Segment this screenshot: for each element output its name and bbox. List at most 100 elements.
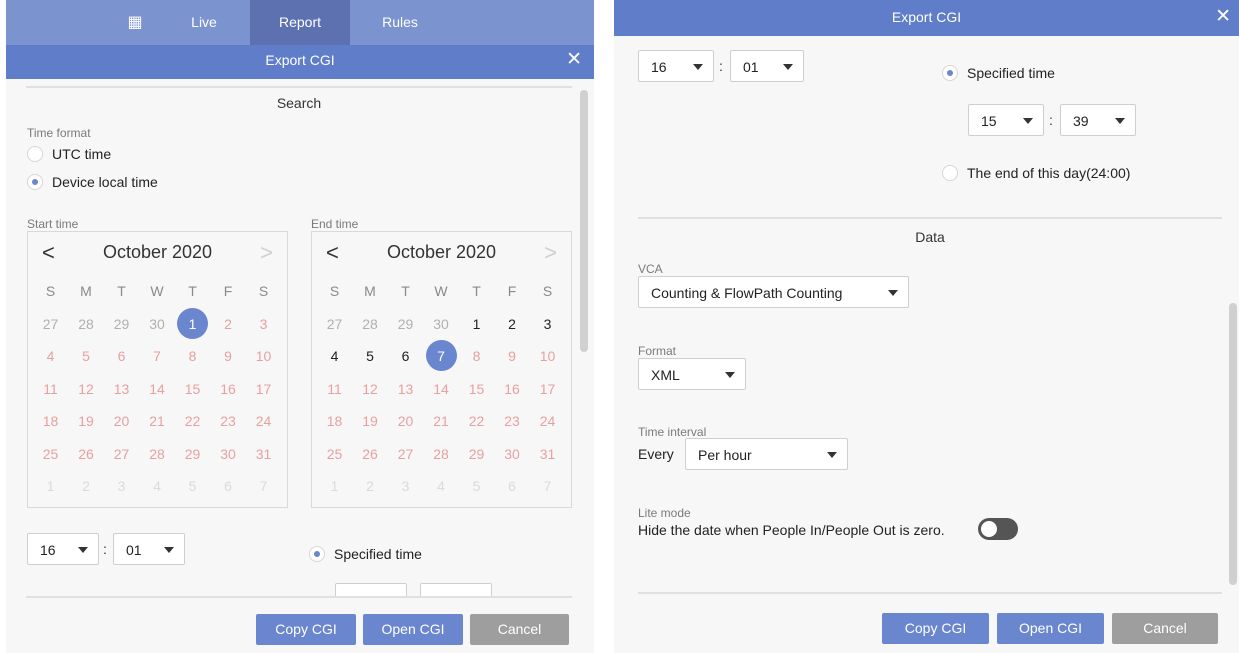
calendar-day[interactable]: 3 xyxy=(530,308,565,340)
calendar-day[interactable]: 8 xyxy=(459,340,494,372)
calendar-day[interactable]: 22 xyxy=(459,405,494,437)
calendar-day[interactable]: 3 xyxy=(388,470,423,502)
calendar-day[interactable]: 15 xyxy=(459,373,494,405)
calendar-day[interactable]: 25 xyxy=(317,438,352,470)
calendar-day[interactable]: 16 xyxy=(495,373,530,405)
calendar-day[interactable]: 18 xyxy=(317,405,352,437)
calendar-day[interactable]: 7 xyxy=(140,340,175,372)
calendar-day[interactable]: 24 xyxy=(246,405,281,437)
calendar-day[interactable]: 9 xyxy=(211,340,246,372)
calendar-day[interactable]: 27 xyxy=(388,438,423,470)
calendar-day[interactable]: 3 xyxy=(246,308,281,340)
calendar-day[interactable]: 26 xyxy=(69,438,104,470)
calendar-day[interactable]: 19 xyxy=(353,405,388,437)
calendar-day[interactable]: 23 xyxy=(211,405,246,437)
calendar-day[interactable]: 29 xyxy=(104,308,139,340)
calendar-day[interactable]: 1 xyxy=(33,470,68,502)
end-of-day-radio[interactable] xyxy=(942,165,958,181)
calendar-day[interactable]: 13 xyxy=(388,373,423,405)
calendar-day[interactable]: 28 xyxy=(140,438,175,470)
calendar-day[interactable]: 28 xyxy=(69,308,104,340)
calendar-day[interactable]: 26 xyxy=(353,438,388,470)
close-icon[interactable]: ✕ xyxy=(566,45,582,75)
calendar-day[interactable]: 2 xyxy=(69,470,104,502)
tab-rules[interactable]: Rules xyxy=(350,0,450,45)
device-local-time-radio[interactable] xyxy=(27,174,43,190)
calendar-day[interactable]: 8 xyxy=(175,340,210,372)
calendar-day[interactable]: 25 xyxy=(33,438,68,470)
tab-report[interactable]: Report xyxy=(250,0,350,45)
calendar-day[interactable]: 13 xyxy=(104,373,139,405)
calendar-day[interactable]: 14 xyxy=(424,373,459,405)
end-minute-select[interactable]: 39 xyxy=(1060,104,1136,136)
specified-time-radio[interactable] xyxy=(942,65,958,81)
start-minute-select[interactable]: 01 xyxy=(730,50,804,82)
calendar-day[interactable]: 14 xyxy=(140,373,175,405)
copy-cgi-button[interactable]: Copy CGI xyxy=(882,613,989,644)
calendar-day[interactable]: 20 xyxy=(388,405,423,437)
calendar-day[interactable]: 19 xyxy=(69,405,104,437)
grid-icon[interactable]: ▦ xyxy=(116,0,154,45)
calendar-day[interactable]: 6 xyxy=(388,340,423,372)
calendar-day[interactable]: 6 xyxy=(104,340,139,372)
calendar-day-selected[interactable]: 1 xyxy=(175,307,210,340)
calendar-day[interactable]: 4 xyxy=(424,470,459,502)
calendar-day[interactable]: 6 xyxy=(211,470,246,502)
calendar-day[interactable]: 27 xyxy=(33,308,68,340)
copy-cgi-button[interactable]: Copy CGI xyxy=(256,614,356,645)
calendar-day[interactable]: 18 xyxy=(33,405,68,437)
calendar-day[interactable]: 5 xyxy=(69,340,104,372)
calendar-day[interactable]: 24 xyxy=(530,405,565,437)
calendar-day[interactable]: 5 xyxy=(353,340,388,372)
calendar-day[interactable]: 31 xyxy=(246,438,281,470)
calendar-day[interactable]: 23 xyxy=(495,405,530,437)
calendar-day[interactable]: 3 xyxy=(104,470,139,502)
start-hour-select[interactable]: 16 xyxy=(27,533,99,565)
calendar-day[interactable]: 2 xyxy=(495,308,530,340)
end-minute-select-partial[interactable] xyxy=(420,583,492,597)
calendar-day[interactable]: 21 xyxy=(424,405,459,437)
calendar-day[interactable]: 2 xyxy=(353,470,388,502)
start-hour-select[interactable]: 16 xyxy=(638,50,714,82)
calendar-day[interactable]: 17 xyxy=(246,373,281,405)
calendar-day[interactable]: 12 xyxy=(353,373,388,405)
format-select[interactable]: XML xyxy=(638,358,746,390)
calendar-day[interactable]: 16 xyxy=(211,373,246,405)
calendar-day[interactable]: 10 xyxy=(246,340,281,372)
vca-select[interactable]: Counting & FlowPath Counting xyxy=(638,276,909,308)
calendar-day[interactable]: 2 xyxy=(211,308,246,340)
calendar-day[interactable]: 30 xyxy=(211,438,246,470)
calendar-day[interactable]: 17 xyxy=(530,373,565,405)
scrollbar-thumb[interactable] xyxy=(1229,303,1237,585)
calendar-day[interactable]: 28 xyxy=(353,308,388,340)
calendar-day[interactable]: 30 xyxy=(140,308,175,340)
calendar-day[interactable]: 4 xyxy=(140,470,175,502)
cancel-button[interactable]: Cancel xyxy=(1112,613,1218,644)
calendar-day-selected[interactable]: 7 xyxy=(424,340,459,372)
calendar-day[interactable]: 31 xyxy=(530,438,565,470)
lite-mode-toggle[interactable] xyxy=(978,518,1018,540)
close-icon[interactable]: ✕ xyxy=(1215,0,1231,34)
calendar-day[interactable]: 15 xyxy=(175,373,210,405)
calendar-day[interactable]: 7 xyxy=(246,470,281,502)
calendar-day[interactable]: 27 xyxy=(104,438,139,470)
calendar-day[interactable]: 27 xyxy=(317,308,352,340)
calendar-day[interactable]: 7 xyxy=(530,470,565,502)
calendar-day[interactable]: 5 xyxy=(459,470,494,502)
end-hour-select-partial[interactable] xyxy=(335,583,407,597)
calendar-day[interactable]: 1 xyxy=(459,308,494,340)
calendar-day[interactable]: 5 xyxy=(175,470,210,502)
calendar-day[interactable]: 6 xyxy=(495,470,530,502)
next-month-icon[interactable]: > xyxy=(260,240,273,266)
open-cgi-button[interactable]: Open CGI xyxy=(997,613,1104,644)
calendar-day[interactable]: 10 xyxy=(530,340,565,372)
calendar-day[interactable]: 21 xyxy=(140,405,175,437)
start-minute-select[interactable]: 01 xyxy=(113,533,185,565)
utc-time-radio[interactable] xyxy=(27,146,43,162)
calendar-day[interactable]: 11 xyxy=(33,373,68,405)
scrollbar-thumb[interactable] xyxy=(580,90,588,352)
open-cgi-button[interactable]: Open CGI xyxy=(363,614,463,645)
specified-time-radio[interactable] xyxy=(309,546,325,562)
calendar-day[interactable]: 20 xyxy=(104,405,139,437)
calendar-day[interactable]: 22 xyxy=(175,405,210,437)
